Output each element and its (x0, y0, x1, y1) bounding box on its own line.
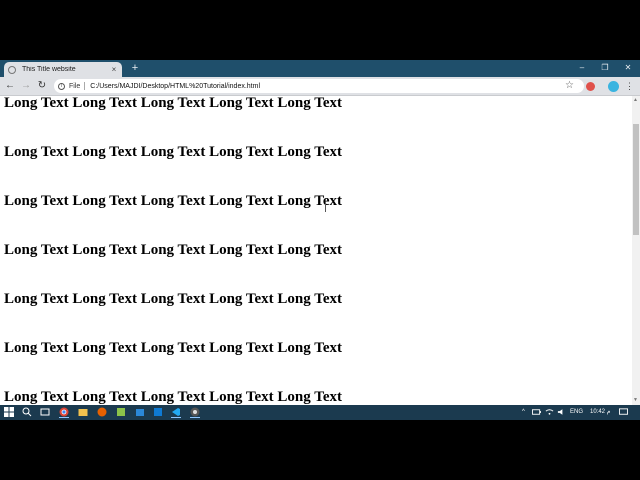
omnibox-divider (84, 82, 86, 90)
store-icon[interactable] (135, 407, 145, 417)
tab-active[interactable]: This Title website × (4, 62, 122, 77)
letterbox-top (0, 0, 640, 60)
page-viewport: Long Text Long Text Long Text Long Text … (0, 96, 632, 405)
page-content: Long Text Long Text Long Text Long Text … (4, 96, 624, 405)
long-text-heading: Long Text Long Text Long Text Long Text … (4, 242, 343, 258)
long-text-heading: Long Text Long Text Long Text Long Text … (4, 144, 343, 160)
forward-icon[interactable]: → (20, 80, 32, 92)
letterbox-bottom (0, 420, 640, 480)
app-icon[interactable] (116, 407, 126, 417)
taskbar: ^ ENG 10:42 م (0, 405, 640, 420)
tray-caret-icon[interactable]: ^ (522, 408, 525, 416)
volume-icon[interactable] (557, 408, 566, 416)
battery-icon[interactable] (532, 408, 541, 416)
long-text-heading: Long Text Long Text Long Text Long Text … (4, 291, 343, 307)
tab-strip: This Title website × + – ❐ ✕ (0, 60, 640, 77)
reload-icon[interactable]: ↻ (36, 80, 48, 92)
browser-window: This Title website × + – ❐ ✕ ← → ↻ i Fil… (0, 60, 640, 405)
chrome-icon[interactable] (59, 407, 69, 418)
chrome-icon[interactable] (190, 407, 200, 418)
long-text-heading: Long Text Long Text Long Text Long Text … (4, 96, 343, 111)
long-text-heading: Long Text Long Text Long Text Long Text … (4, 193, 343, 209)
clock[interactable]: 10:42 م (590, 408, 610, 416)
tab-close-icon[interactable]: × (110, 65, 118, 74)
browser-toolbar: ← → ↻ i File C:/Users/MAJDI/Desktop/HTML… (0, 77, 640, 96)
minimize-button[interactable]: – (571, 60, 593, 75)
scroll-down-icon[interactable]: ▼ (633, 397, 638, 403)
language-indicator[interactable]: ENG (570, 408, 583, 416)
bookmark-star-icon[interactable]: ☆ (565, 80, 574, 92)
scroll-thumb[interactable] (633, 124, 639, 235)
page-scrollbar[interactable]: ▲ ▼ (632, 96, 640, 405)
extension-icon[interactable] (586, 82, 595, 91)
text-cursor-icon (325, 203, 326, 212)
task-view-icon[interactable] (40, 407, 50, 417)
wifi-icon[interactable] (545, 408, 554, 416)
file-explorer-icon[interactable] (78, 407, 88, 417)
url-text[interactable]: C:/Users/MAJDI/Desktop/HTML%20Tutorial/i… (90, 83, 260, 90)
info-icon[interactable]: i (58, 82, 65, 90)
search-icon[interactable] (22, 407, 32, 417)
close-window-button[interactable]: ✕ (617, 60, 639, 75)
firefox-icon[interactable] (97, 407, 107, 417)
address-bar[interactable]: i File C:/Users/MAJDI/Desktop/HTML%20Tut… (54, 79, 584, 93)
new-tab-button[interactable]: + (129, 62, 141, 75)
windows-start-icon[interactable] (4, 407, 14, 417)
long-text-heading: Long Text Long Text Long Text Long Text … (4, 389, 343, 405)
profile-avatar-icon[interactable] (608, 81, 619, 92)
browser-menu-icon[interactable]: ⋮ (625, 80, 634, 92)
favicon-icon (8, 65, 16, 74)
back-icon[interactable]: ← (4, 80, 16, 92)
scroll-up-icon[interactable]: ▲ (633, 97, 638, 103)
long-text-heading: Long Text Long Text Long Text Long Text … (4, 340, 343, 356)
scheme-label: File (69, 82, 81, 90)
outlook-icon[interactable] (153, 407, 163, 417)
restore-button[interactable]: ❐ (594, 60, 616, 75)
vscode-icon[interactable] (171, 407, 181, 418)
notifications-icon[interactable] (619, 408, 628, 416)
tab-title: This Title website (22, 66, 76, 73)
